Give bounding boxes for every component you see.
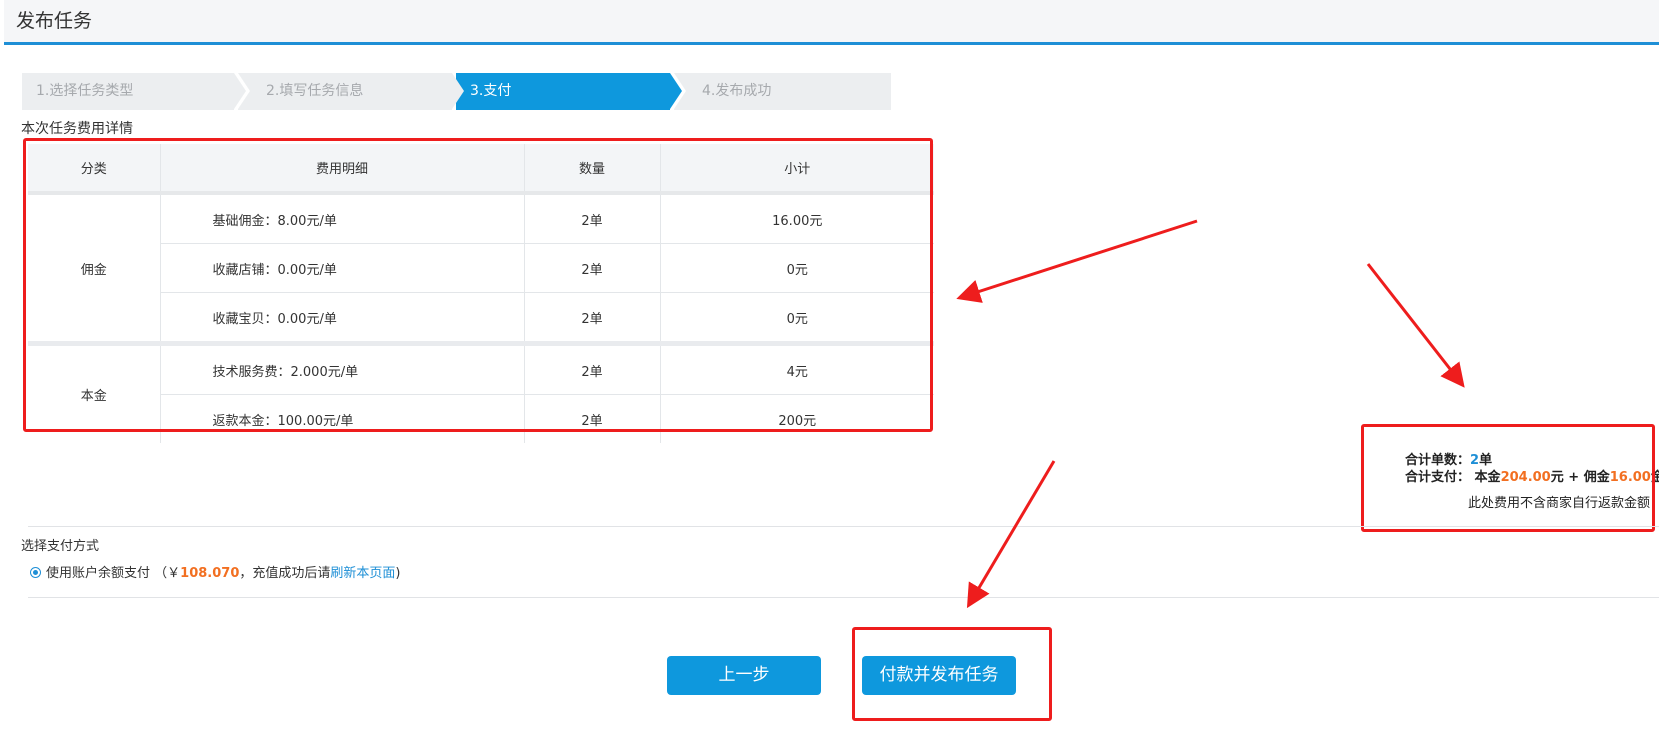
step-arrow (452, 73, 464, 109)
step-arrow (670, 73, 682, 109)
arrow-to-summary (1366, 263, 1465, 388)
annotation-arrows (956, 219, 1465, 609)
arrow-to-button (966, 460, 1056, 609)
arrow-to-table (956, 219, 1198, 303)
step-arrow (234, 73, 246, 109)
